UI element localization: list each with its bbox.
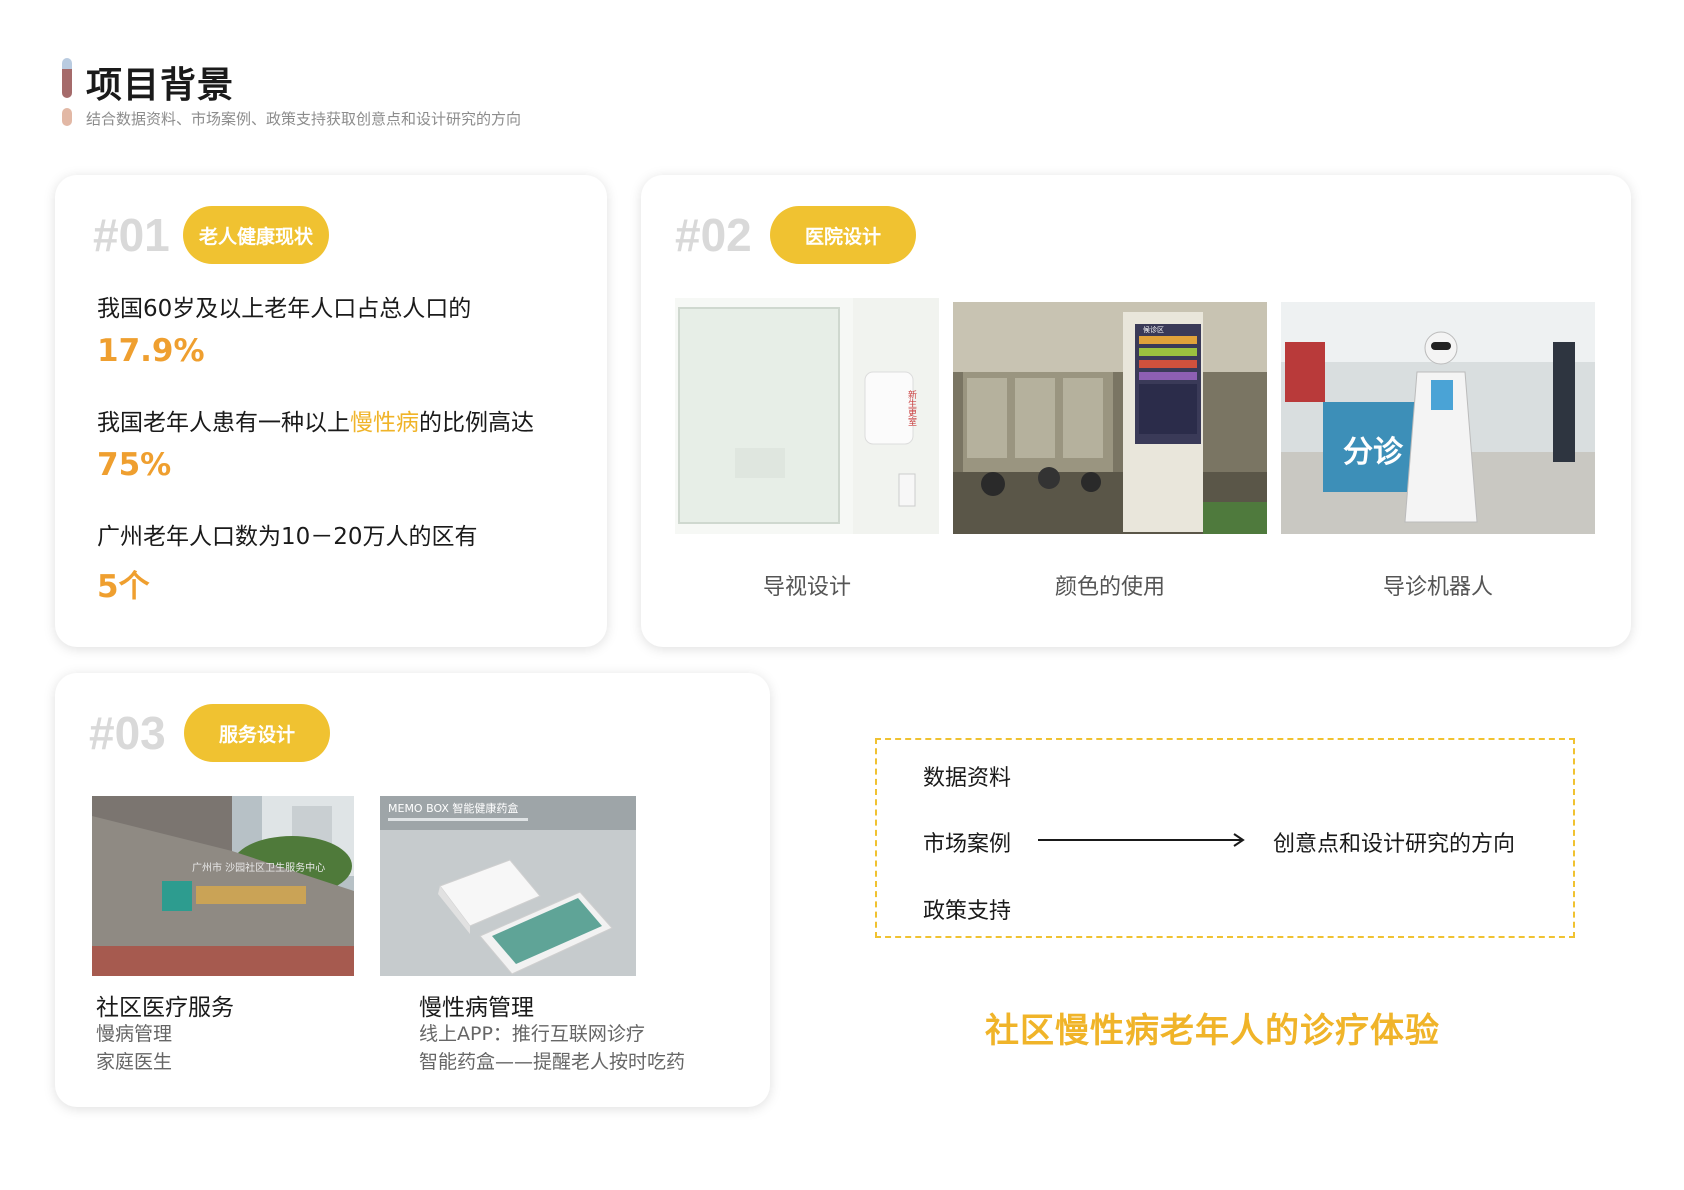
card-elderly-health: #01 老人健康现状 我国60岁及以上老年人口占总人口的 17.9% 我国老年人… — [55, 175, 607, 647]
flow-target: 创意点和设计研究的方向 — [1273, 832, 1516, 857]
item-caption: 导诊机器人 — [1382, 575, 1493, 600]
card-service-design: #03 服务设计 广州市 沙园社区卫生服务中心 MEMO BOX 智能健康药盒 — [55, 673, 770, 1107]
flow-source: 政策支持 — [923, 899, 1012, 924]
section-number: #01 — [93, 209, 170, 261]
service-title: 慢性病管理 — [419, 995, 534, 1021]
stat-text: 我国老年人患有一种以上慢性病的比例高达 — [97, 403, 534, 437]
page-title: 项目背景 — [86, 65, 235, 106]
color-usage-photo: 候诊区 — [953, 302, 1267, 534]
stat-text: 我国60岁及以上老年人口占总人口的 — [97, 296, 472, 322]
stat-text-after: 的比例高达 — [419, 410, 534, 436]
robot-sign-text: 分诊 — [1343, 435, 1404, 470]
service-line: 智能药盒——提醒老人按时吃药 — [419, 1051, 686, 1073]
service-line: 线上APP：推行互联网诊疗 — [419, 1023, 645, 1045]
memo-box-photo: MEMO BOX 智能健康药盒 — [380, 796, 636, 976]
page-subtitle: 结合数据资料、市场案例、政策支持获取创意点和设计研究的方向 — [86, 110, 522, 128]
flow-source: 数据资料 — [923, 766, 1012, 791]
wayfinding-sign-text: 新生更室 — [906, 389, 917, 426]
memo-box-banner-text: MEMO BOX 智能健康药盒 — [388, 801, 518, 815]
stat-value: 17.9% — [97, 333, 205, 369]
subtitle-accent-bar — [62, 108, 72, 126]
section-tag: 医院设计 — [770, 206, 916, 264]
conclusion-heading: 社区慢性病老年人的诊疗体验 — [985, 1011, 1440, 1051]
title-accent-bar — [62, 58, 72, 98]
section-number: #02 — [675, 209, 752, 261]
stat-text: 广州老年人口数为10－20万人的区有 — [97, 524, 478, 550]
service-line: 慢病管理 — [96, 1023, 173, 1045]
section-number: #03 — [89, 707, 166, 759]
flow-source: 市场案例 — [923, 832, 1012, 857]
section-tag: 服务设计 — [184, 704, 330, 762]
wayfinding-photo: 新生更室 — [675, 298, 939, 534]
stat-text-before: 我国老年人患有一种以上 — [97, 410, 350, 436]
arrow-icon — [1038, 833, 1245, 847]
clinic-sign-text: 广州市 沙园社区卫生服务中心 — [192, 861, 325, 874]
guide-robot-photo: 分诊 — [1281, 302, 1595, 534]
item-caption: 导视设计 — [762, 575, 851, 600]
color-sign-text: 候诊区 — [1143, 325, 1164, 334]
community-clinic-photo: 广州市 沙园社区卫生服务中心 — [92, 796, 354, 976]
stat-value: 75% — [97, 447, 172, 483]
item-caption: 颜色的使用 — [1054, 575, 1165, 600]
section-tag: 老人健康现状 — [183, 206, 329, 264]
service-title: 社区医疗服务 — [96, 995, 234, 1021]
card-hospital-design: #02 医院设计 新生更室 候诊区 分诊 导视设计 颜色的使用 导诊机器人 — [641, 175, 1631, 647]
stat-value: 5个 — [97, 569, 150, 605]
service-line: 家庭医生 — [96, 1051, 173, 1073]
stat-highlight: 慢性病 — [350, 410, 419, 436]
